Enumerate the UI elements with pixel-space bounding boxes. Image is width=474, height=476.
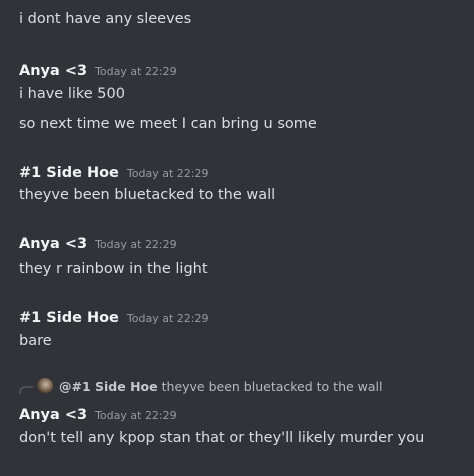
message-text: don't tell any kpop stan that or they'll… — [19, 430, 425, 446]
reply-preview[interactable]: @#1 Side Hoe theyve been bluetacked to t… — [19, 376, 383, 396]
reply-text[interactable]: theyve been bluetacked to the wall — [162, 379, 383, 394]
message-text: so next time we meet I can bring u some — [19, 116, 317, 132]
message-author[interactable]: Anya <3 — [19, 234, 87, 254]
message-header: #1 Side Hoe Today at 22:29 — [19, 163, 208, 183]
message-timestamp[interactable]: Today at 22:29 — [127, 309, 209, 329]
message-header: Anya <3 Today at 22:29 — [19, 234, 177, 254]
message-header: Anya <3 Today at 22:29 — [19, 61, 177, 81]
message-timestamp[interactable]: Today at 22:29 — [127, 164, 209, 184]
message-author[interactable]: #1 Side Hoe — [19, 163, 119, 183]
message-author[interactable]: Anya <3 — [19, 405, 87, 425]
message-text: bare — [19, 333, 52, 349]
message-text: theyve been bluetacked to the wall — [19, 187, 276, 203]
chat-messages: i dont have any sleeves Anya <3 Today at… — [0, 0, 474, 476]
reply-avatar[interactable] — [37, 378, 53, 394]
message-timestamp[interactable]: Today at 22:29 — [95, 406, 177, 426]
message-timestamp[interactable]: Today at 22:29 — [95, 235, 177, 255]
message-author[interactable]: Anya <3 — [19, 61, 87, 81]
message-header: #1 Side Hoe Today at 22:29 — [19, 308, 208, 328]
message-text: i dont have any sleeves — [19, 11, 192, 27]
reply-spine — [19, 386, 33, 394]
message-text: they r rainbow in the light — [19, 261, 208, 277]
message-timestamp[interactable]: Today at 22:29 — [95, 62, 177, 82]
message-header: Anya <3 Today at 22:29 — [19, 405, 177, 425]
reply-author[interactable]: @#1 Side Hoe — [59, 379, 158, 394]
message-text: i have like 500 — [19, 86, 125, 102]
message-author[interactable]: #1 Side Hoe — [19, 308, 119, 328]
